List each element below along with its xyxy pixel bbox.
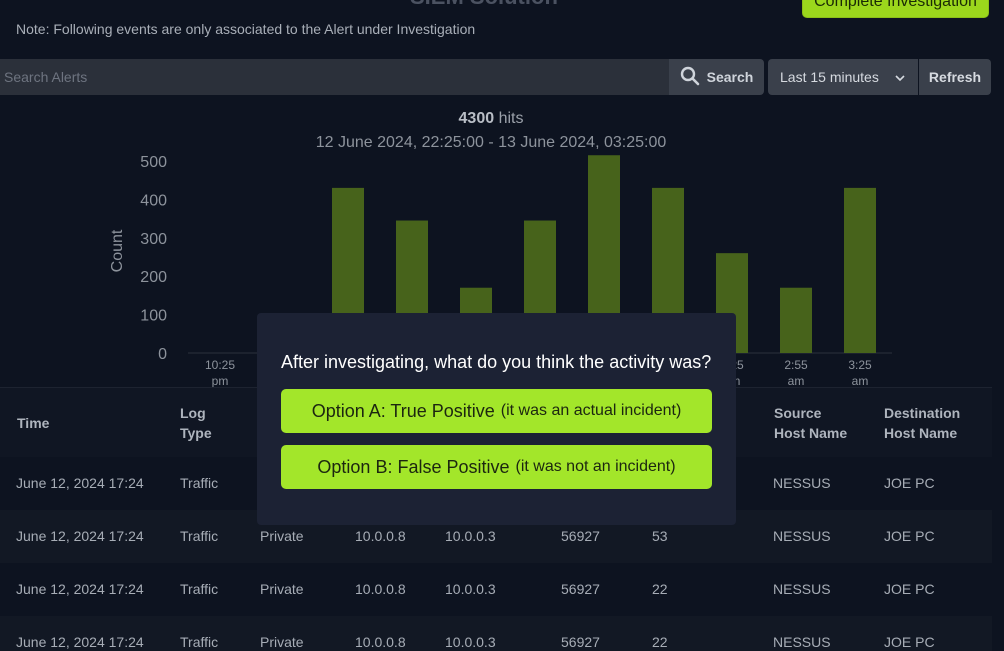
bar [780,287,812,353]
column-header-dest-host[interactable]: Destination Host Name [884,403,960,443]
y-tick-label: 400 [140,192,167,209]
column-header-source-host-line2: Host Name [774,425,848,441]
cell-log-type: Traffic [180,634,219,650]
x-tick-label: 2:55 [784,358,808,372]
cell-source-port: 56927 [561,634,600,650]
cell-time: June 12, 2024 17:24 [16,581,144,597]
y-tick-label: 500 [140,154,167,171]
cell-dest-host: JOE PC [884,581,935,597]
option-b-label: Option B: False Positive [317,456,510,477]
search-button-label: Search [706,69,754,85]
y-axis-label: Count [109,229,126,272]
cell-source-host: NESSUS [773,634,831,650]
dialog-question: After investigating, what do you think t… [281,352,712,372]
cell-network: Private [260,581,304,597]
column-header-log-type-line1: Log [180,405,206,421]
column-header-source-host[interactable]: Source Host Name [774,403,847,443]
complete-investigation-button[interactable]: Complete Investigation [802,0,989,18]
column-header-time[interactable]: Time [17,413,49,433]
search-button[interactable]: Search [669,59,764,95]
cell-time: June 12, 2024 17:24 [16,528,144,544]
search-input[interactable] [0,59,669,95]
y-tick-label: 300 [140,231,167,248]
cell-source-host: NESSUS [773,475,831,491]
y-tick-label: 100 [140,308,167,325]
x-tick-label: pm [212,374,229,388]
cell-dest-port: 22 [652,581,668,597]
column-header-log-type[interactable]: Log Type [180,403,212,443]
cell-source-ip: 10.0.0.8 [355,528,406,544]
option-a-button[interactable]: Option A: True Positive (it was an actua… [281,389,712,433]
x-tick-label: am [788,374,805,388]
cell-time: June 12, 2024 17:24 [16,475,144,491]
option-b-button[interactable]: Option B: False Positive (it was not an … [281,445,712,489]
cell-source-host: NESSUS [773,528,831,544]
cell-dest-host: JOE PC [884,528,935,544]
bar [844,187,876,353]
table-row[interactable]: June 12, 2024 17:24 Traffic Private 10.0… [0,563,992,616]
cell-network: Private [260,634,304,650]
search-bar: Search Last 15 minutes Refresh [0,59,1004,95]
time-range-select[interactable]: Last 15 minutes [768,59,918,95]
x-tick-label: am [852,374,869,388]
table-row[interactable]: June 12, 2024 17:24 Traffic Private 10.0… [0,616,992,651]
page-title: SIEM Solution [410,0,558,10]
x-tick-label: 3:25 [848,358,872,372]
column-header-log-type-line2: Type [180,425,212,441]
cell-log-type: Traffic [180,475,219,491]
cell-dest-host: JOE PC [884,634,935,650]
chevron-down-icon [894,71,906,87]
hits-summary: 4300 hits [0,110,982,128]
cell-dest-port: 53 [652,528,668,544]
option-a-label: Option A: True Positive [311,400,495,421]
cell-log-type: Traffic [180,581,219,597]
cell-dest-ip: 10.0.0.3 [445,528,496,544]
investigation-dialog: After investigating, what do you think t… [257,313,736,525]
hits-label: hits [498,110,524,127]
option-b-detail: (it was not an incident) [515,458,676,475]
option-a-detail: (it was an actual incident) [500,402,682,419]
y-tick-label: 200 [140,269,167,286]
time-range-value: Last 15 minutes [780,69,879,85]
cell-network: Private [260,528,304,544]
search-icon [680,66,700,89]
hits-count: 4300 [458,110,495,127]
cell-time: June 12, 2024 17:24 [16,634,144,650]
cell-source-port: 56927 [561,528,600,544]
cell-source-ip: 10.0.0.8 [355,634,406,650]
y-tick-label: 0 [158,346,167,363]
column-header-source-host-line1: Source [774,405,822,421]
cell-dest-port: 22 [652,634,668,650]
refresh-button[interactable]: Refresh [919,59,991,95]
cell-source-ip: 10.0.0.8 [355,581,406,597]
cell-dest-ip: 10.0.0.3 [445,581,496,597]
column-header-dest-host-line1: Destination [884,405,961,421]
column-header-dest-host-line2: Host Name [884,425,958,441]
cell-source-port: 56927 [561,581,600,597]
cell-log-type: Traffic [180,528,219,544]
investigation-note: Note: Following events are only associat… [16,21,476,37]
cell-dest-host: JOE PC [884,475,935,491]
x-tick-label: 10:25 [205,358,235,372]
cell-dest-ip: 10.0.0.3 [445,634,496,650]
cell-source-host: NESSUS [773,581,831,597]
